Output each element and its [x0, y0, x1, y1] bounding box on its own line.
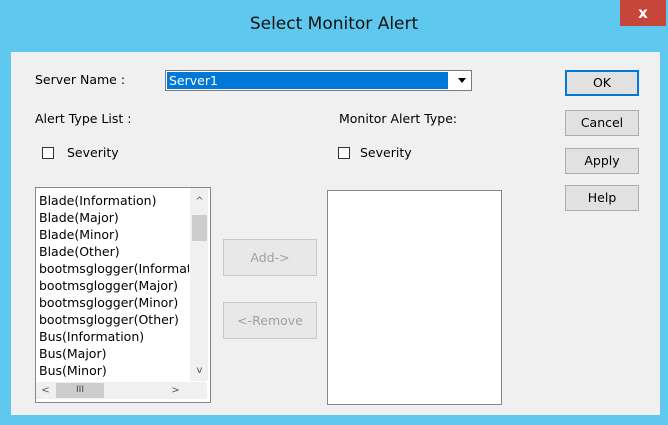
list-item[interactable]: bootmsglogger(Minor): [39, 294, 189, 311]
alert-type-horizontal-scrollbar[interactable]: < III >: [36, 382, 191, 399]
list-item[interactable]: Blade(Major): [39, 209, 189, 226]
list-item[interactable]: Bus(Information): [39, 328, 189, 345]
alert-type-vertical-scrollbar[interactable]: ^ v: [190, 188, 208, 381]
list-item[interactable]: Blade(Other): [39, 243, 189, 260]
chevron-down-icon[interactable]: [453, 72, 470, 89]
monitor-alert-listbox[interactable]: [327, 190, 502, 405]
server-name-label: Server Name :: [35, 72, 126, 87]
list-item[interactable]: bootmsglogger(Information): [39, 260, 189, 277]
alert-type-listbox[interactable]: Blade(Information) Blade(Major) Blade(Mi…: [35, 187, 211, 403]
scroll-right-icon[interactable]: >: [168, 383, 183, 398]
list-item[interactable]: Blade(Information): [39, 192, 189, 209]
server-name-dropdown[interactable]: Server1: [165, 70, 472, 91]
monitor-alert-severity-checkbox[interactable]: [338, 147, 350, 159]
add-button[interactable]: Add->: [223, 239, 317, 276]
alert-type-items: Blade(Information) Blade(Major) Blade(Mi…: [39, 192, 189, 379]
apply-button[interactable]: Apply: [565, 148, 639, 174]
close-button[interactable]: x: [620, 0, 666, 26]
scroll-left-icon[interactable]: <: [38, 383, 53, 398]
horizontal-scroll-thumb[interactable]: III: [56, 383, 104, 398]
server-name-selected-value: Server1: [167, 72, 448, 89]
scroll-down-icon[interactable]: v: [192, 363, 207, 378]
list-item[interactable]: bootmsglogger(Other): [39, 311, 189, 328]
list-item[interactable]: Blade(Minor): [39, 226, 189, 243]
list-item[interactable]: Bus(Major): [39, 345, 189, 362]
dialog-window: Select Monitor Alert x Server Name : Ser…: [0, 0, 668, 425]
remove-button[interactable]: <-Remove: [223, 302, 317, 339]
alert-type-severity-label[interactable]: Severity: [67, 145, 119, 160]
help-button[interactable]: Help: [565, 185, 639, 211]
dialog-title: Select Monitor Alert: [249, 14, 419, 34]
ok-button[interactable]: OK: [565, 70, 639, 96]
close-icon: x: [638, 4, 648, 22]
cancel-button[interactable]: Cancel: [565, 110, 639, 136]
scroll-up-icon[interactable]: ^: [192, 194, 207, 209]
title-bar[interactable]: Select Monitor Alert x: [0, 0, 668, 52]
list-item[interactable]: Bus(Minor): [39, 362, 189, 379]
scrollbar-corner: [190, 382, 207, 399]
vertical-scroll-thumb[interactable]: [192, 215, 207, 241]
monitor-alert-type-label: Monitor Alert Type:: [339, 111, 458, 126]
list-item[interactable]: bootmsglogger(Major): [39, 277, 189, 294]
alert-type-severity-checkbox[interactable]: [42, 147, 54, 159]
alert-type-list-label: Alert Type List :: [35, 111, 132, 126]
monitor-alert-severity-label[interactable]: Severity: [360, 145, 412, 160]
